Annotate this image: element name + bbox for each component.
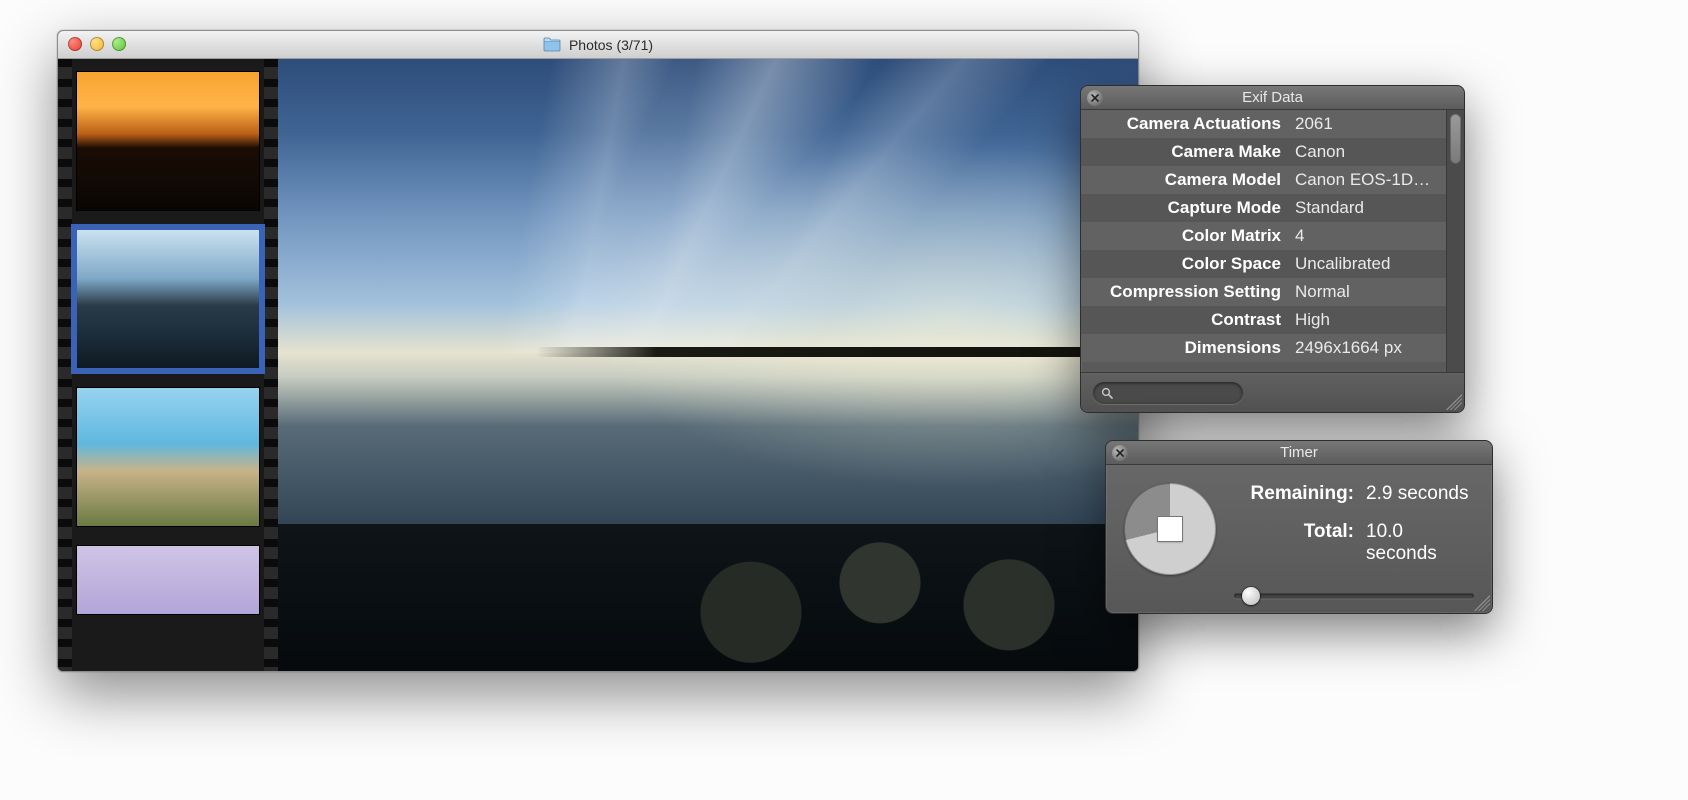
exif-key: Capture Mode: [1091, 198, 1281, 218]
exif-key: Camera Make: [1091, 142, 1281, 162]
exif-panel-title: Exif Data: [1242, 89, 1303, 106]
window-controls: [68, 37, 126, 51]
close-icon[interactable]: [1112, 445, 1128, 461]
exif-key: Contrast: [1091, 310, 1281, 330]
image-decoration: [536, 347, 1138, 357]
exif-panel[interactable]: Exif Data Camera Actuations 2061 Camera Ma…: [1080, 85, 1465, 413]
image-viewer[interactable]: [278, 59, 1138, 671]
exif-row[interactable]: Dimensions 2496x1664 px: [1081, 334, 1446, 362]
exif-key: Color Space: [1091, 254, 1281, 274]
resize-grip[interactable]: [1474, 595, 1490, 611]
timer-readout: Remaining: 2.9 seconds Total: 10.0 secon…: [1234, 479, 1474, 605]
close-icon[interactable]: [1087, 90, 1103, 106]
window-title: Photos (3/71): [569, 37, 653, 53]
exif-row[interactable]: Compression Setting Normal: [1081, 278, 1446, 306]
timer-total-row: Total: 10.0 seconds: [1234, 521, 1474, 565]
main-window: Photos (3/71): [57, 30, 1139, 672]
film-sprockets-right: [264, 59, 278, 671]
exif-value: Canon: [1295, 142, 1436, 162]
scrollbar-thumb[interactable]: [1450, 114, 1461, 164]
folder-icon: [543, 37, 561, 52]
window-title-group: Photos (3/71): [543, 37, 653, 53]
thumbnail[interactable]: [76, 71, 260, 211]
exif-body: Camera Actuations2061Camera MakeCanonCam…: [1081, 110, 1464, 372]
exif-value: 2496x1664 px: [1295, 338, 1436, 358]
exif-key: Dimensions: [1091, 338, 1281, 358]
slider-track: [1234, 594, 1474, 599]
exif-row[interactable]: Color Space Uncalibrated: [1081, 250, 1446, 278]
exif-value: 2061: [1295, 114, 1436, 134]
exif-value: Standard: [1295, 198, 1436, 218]
exif-rows: Camera Actuations2061Camera MakeCanonCam…: [1081, 110, 1446, 372]
exif-value: Uncalibrated: [1295, 254, 1436, 274]
timer-remaining-value: 2.9 seconds: [1366, 483, 1474, 505]
main-image: [278, 59, 1138, 671]
thumbnail[interactable]: [76, 229, 260, 369]
exif-row[interactable]: Camera Make Canon: [1081, 138, 1446, 166]
search-input[interactable]: [1119, 385, 1295, 400]
close-window-button[interactable]: [68, 37, 82, 51]
timer-panel-titlebar[interactable]: Timer: [1106, 441, 1492, 465]
slider-knob[interactable]: [1242, 587, 1260, 605]
search-icon: [1101, 387, 1113, 399]
window-body: [58, 59, 1138, 671]
exif-row[interactable]: Camera Actuations 2061: [1081, 110, 1446, 138]
exif-value: Normal: [1295, 282, 1436, 302]
timer-body: Remaining: 2.9 seconds Total: 10.0 secon…: [1106, 465, 1492, 613]
film-sprockets-left: [58, 59, 72, 671]
zoom-window-button[interactable]: [112, 37, 126, 51]
resize-grip[interactable]: [1446, 394, 1462, 410]
exif-row[interactable]: Capture Mode Standard: [1081, 194, 1446, 222]
timer-panel-title: Timer: [1280, 444, 1318, 461]
timer-panel[interactable]: Timer Remaining: 2.9 seconds Total: 10.0…: [1105, 440, 1493, 614]
exif-key: Color Matrix: [1091, 226, 1281, 246]
timer-slider[interactable]: [1234, 587, 1474, 605]
minimize-window-button[interactable]: [90, 37, 104, 51]
filmstrip[interactable]: [58, 59, 278, 671]
image-decoration: [278, 524, 1138, 671]
thumbnail[interactable]: [76, 545, 260, 615]
exif-row[interactable]: Color Matrix 4: [1081, 222, 1446, 250]
timer-total-label: Total:: [1234, 521, 1354, 565]
image-decoration: [278, 59, 1138, 353]
search-field[interactable]: [1093, 382, 1243, 404]
exif-row[interactable]: Contrast High: [1081, 306, 1446, 334]
exif-value: 4: [1295, 226, 1436, 246]
timer-remaining-label: Remaining:: [1234, 483, 1354, 505]
exif-footer: [1081, 372, 1464, 412]
exif-value: High: [1295, 310, 1436, 330]
exif-key: Camera Actuations: [1091, 114, 1281, 134]
titlebar[interactable]: Photos (3/71): [58, 31, 1138, 59]
exif-row[interactable]: Camera Model Canon EOS-1Ds Mark II: [1081, 166, 1446, 194]
scrollbar[interactable]: [1446, 110, 1464, 372]
stop-icon[interactable]: [1158, 517, 1182, 541]
timer-remaining-row: Remaining: 2.9 seconds: [1234, 483, 1474, 505]
exif-value: Canon EOS-1Ds Mark II: [1295, 170, 1436, 190]
thumbnail[interactable]: [76, 387, 260, 527]
exif-panel-titlebar[interactable]: Exif Data: [1081, 86, 1464, 110]
exif-key: Compression Setting: [1091, 282, 1281, 302]
timer-pie-icon[interactable]: [1124, 483, 1216, 575]
exif-key: Camera Model: [1091, 170, 1281, 190]
timer-total-value: 10.0 seconds: [1366, 521, 1474, 565]
